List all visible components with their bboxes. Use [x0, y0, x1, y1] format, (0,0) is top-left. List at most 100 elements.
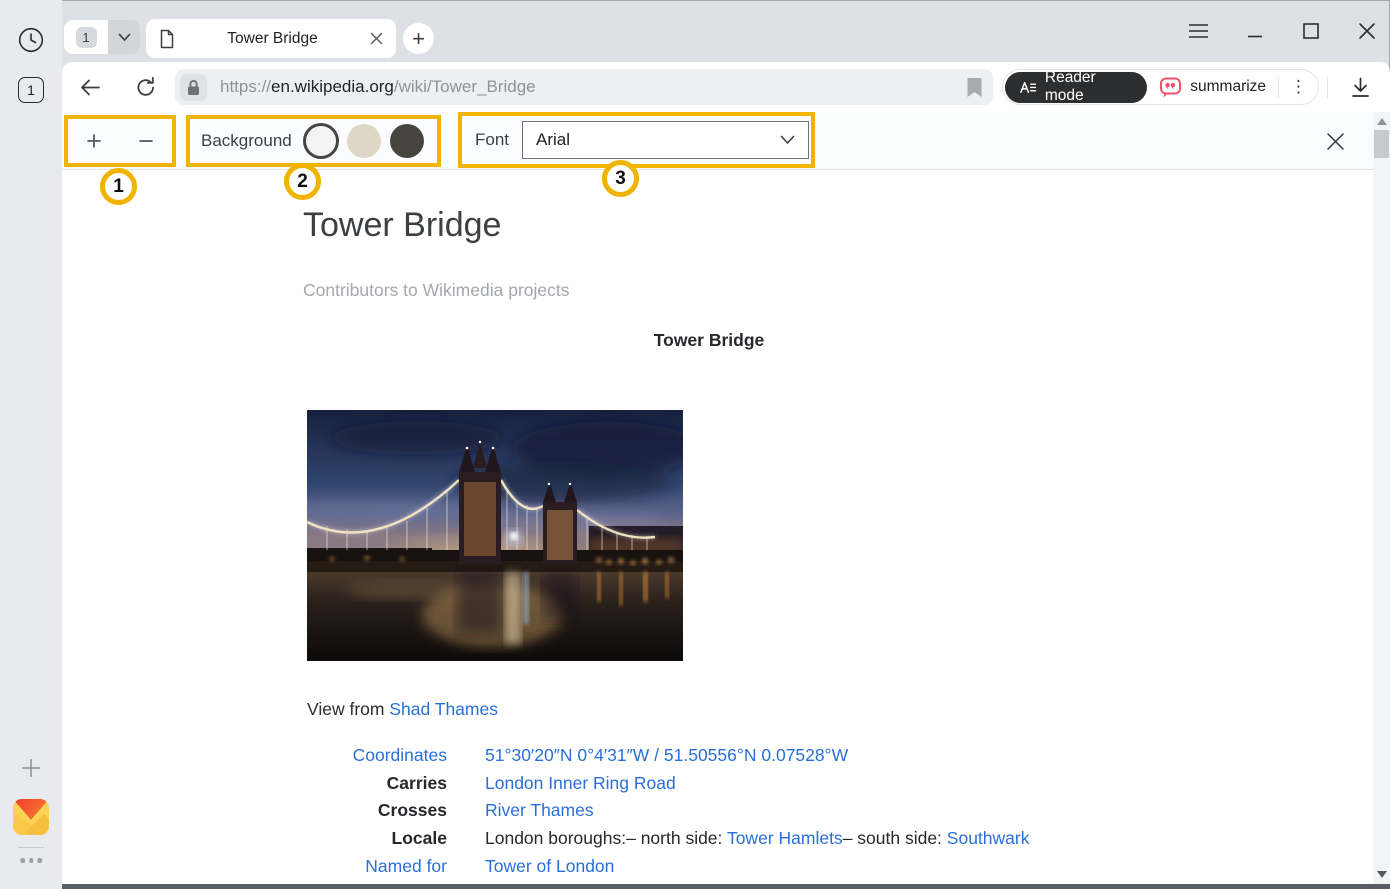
new-tab-button[interactable]: +: [403, 23, 434, 54]
locale-text: London boroughs:– north side:: [485, 828, 727, 848]
background-swatch-sepia[interactable]: [347, 124, 381, 158]
download-icon: [1349, 76, 1372, 99]
coordinates-link[interactable]: 51°30′20″N 0°4′31″W / 51.50556°N 0.07528…: [485, 745, 848, 765]
tower-bridge-photo: [307, 410, 683, 661]
infobox-title: Tower Bridge: [303, 330, 1115, 351]
scroll-down-arrow-icon[interactable]: [1377, 871, 1387, 878]
font-label: Font: [475, 130, 509, 150]
font-select-value: Arial: [536, 130, 780, 150]
scrollbar[interactable]: [1373, 112, 1390, 884]
locale-text: – south side:: [843, 828, 947, 848]
highlight-box-font: Font Arial: [458, 112, 815, 168]
infobox-label-coordinates[interactable]: Coordinates: [307, 745, 447, 766]
plus-icon: +: [412, 26, 425, 52]
reader-mode-button[interactable]: Reader mode: [1005, 72, 1147, 103]
tab-title: Tower Bridge: [175, 30, 370, 48]
table-row: Locale London boroughs:– north side: Tow…: [307, 825, 1029, 853]
maximize-icon: [1302, 22, 1320, 40]
highlight-box-zoom: + −: [64, 115, 176, 167]
tab-close-icon[interactable]: [370, 32, 383, 45]
url-path: /wiki/Tower_Bridge: [394, 77, 536, 96]
back-button[interactable]: [76, 73, 104, 101]
chevron-down-icon: [118, 33, 131, 42]
caption-text: View from: [307, 699, 389, 719]
quote-bubble-icon: [1159, 76, 1182, 99]
maximize-button[interactable]: [1299, 20, 1322, 43]
clock-icon: [17, 26, 45, 54]
add-panel-button[interactable]: [19, 756, 43, 780]
close-window-button[interactable]: [1355, 20, 1378, 43]
bookmark-icon[interactable]: [966, 77, 983, 98]
minimize-icon: [1246, 22, 1264, 40]
southwark-link[interactable]: Southwark: [947, 828, 1030, 848]
window-bottom-edge: [62, 884, 1390, 889]
scroll-up-arrow-icon[interactable]: [1377, 118, 1387, 125]
ellipsis-icon: [37, 858, 42, 863]
workspace-count-badge: 1: [76, 27, 97, 48]
zoom-out-button[interactable]: −: [138, 128, 154, 155]
window-panel-button[interactable]: 1: [18, 77, 44, 103]
font-select[interactable]: Arial: [522, 121, 809, 159]
reload-button[interactable]: [132, 73, 160, 101]
background-swatch-dark[interactable]: [390, 124, 424, 158]
window-count-label: 1: [27, 82, 35, 98]
scrollbar-thumb[interactable]: [1374, 130, 1389, 158]
carries-link[interactable]: London Inner Ring Road: [485, 773, 676, 793]
photo-caption: View from Shad Thames: [307, 699, 498, 720]
reader-content: Tower Bridge Contributors to Wikimedia p…: [62, 170, 1373, 884]
lock-icon: [185, 78, 202, 97]
highlight-box-background: Background: [186, 115, 441, 167]
table-row: Carries London Inner Ring Road: [307, 770, 1029, 798]
tab-tower-bridge[interactable]: Tower Bridge: [146, 19, 396, 58]
caption-link[interactable]: Shad Thames: [389, 699, 498, 719]
reader-mode-icon: [1019, 79, 1037, 95]
mail-panel-button[interactable]: [13, 799, 49, 835]
more-options-button[interactable]: ⋮: [1279, 77, 1318, 97]
address-bar-extensions: Reader mode summarize ⋮: [1002, 69, 1319, 105]
zoom-in-button[interactable]: +: [86, 128, 102, 155]
tab-strip: 1 Tower Bridge +: [62, 0, 1390, 62]
infobox-table: Coordinates 51°30′20″N 0°4′31″W / 51.505…: [307, 742, 1029, 880]
workspace-dropdown[interactable]: [108, 20, 140, 54]
url-text: https://en.wikipedia.org/wiki/Tower_Brid…: [220, 77, 966, 97]
site-info-button[interactable]: [180, 74, 207, 101]
infobox-label-named-for[interactable]: Named for: [307, 856, 447, 877]
url-scheme: https://: [220, 77, 271, 96]
tower-hamlets-link[interactable]: Tower Hamlets: [727, 828, 843, 848]
infobox-label-carries: Carries: [307, 773, 447, 794]
table-row: Crosses River Thames: [307, 797, 1029, 825]
close-icon: [1358, 22, 1376, 40]
ellipsis-icon: [29, 858, 34, 863]
table-row: Named for Tower of London: [307, 852, 1029, 880]
download-button[interactable]: [1348, 75, 1372, 99]
article-title: Tower Bridge: [303, 206, 501, 245]
minimize-button[interactable]: [1243, 20, 1266, 43]
address-bar: https://en.wikipedia.org/wiki/Tower_Brid…: [62, 62, 1390, 112]
plus-icon: [20, 757, 42, 779]
article-byline: Contributors to Wikimedia projects: [303, 280, 569, 301]
background-swatch-light[interactable]: [303, 123, 339, 159]
url-field[interactable]: https://en.wikipedia.org/wiki/Tower_Brid…: [175, 69, 993, 105]
infobox-label-crosses: Crosses: [307, 800, 447, 821]
chevron-down-icon: [780, 135, 795, 145]
sidebar-divider: [18, 847, 44, 848]
background-label: Background: [201, 131, 292, 151]
reader-mode-label: Reader mode: [1045, 69, 1133, 105]
workspace-button[interactable]: 1: [64, 20, 140, 54]
infobox-label-locale: Locale: [307, 828, 447, 849]
reload-icon: [134, 75, 158, 99]
ellipsis-icon: [20, 858, 25, 863]
history-panel-button[interactable]: [17, 26, 45, 54]
menu-button[interactable]: [1187, 20, 1210, 43]
named-for-link[interactable]: Tower of London: [485, 856, 614, 876]
summarize-button[interactable]: summarize: [1147, 76, 1278, 99]
crosses-link[interactable]: River Thames: [485, 800, 594, 820]
hamburger-icon: [1188, 23, 1209, 39]
url-host: en.wikipedia.org: [271, 77, 394, 96]
table-row: Coordinates 51°30′20″N 0°4′31″W / 51.505…: [307, 742, 1029, 770]
summarize-label: summarize: [1190, 78, 1266, 96]
back-arrow-icon: [78, 75, 103, 100]
reader-close-button[interactable]: [1325, 131, 1346, 152]
sidebar-more-button[interactable]: [20, 858, 42, 863]
document-icon: [159, 29, 175, 49]
